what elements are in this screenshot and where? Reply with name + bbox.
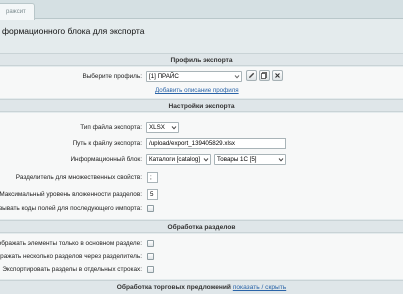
tab-strip: ражсит <box>0 0 403 20</box>
delete-profile-button[interactable] <box>272 70 283 81</box>
section-header-export-settings: Настройки экспорта <box>0 99 403 112</box>
max-depth-row: Максимальный уровень вложенности раздело… <box>0 189 403 201</box>
section-header-sections: Обработка разделов <box>0 220 403 233</box>
separate-rows-row: Экспортировать разделы в отдельных строк… <box>0 264 403 276</box>
field-codes-row: Указывать коды полей для последующего им… <box>0 203 403 215</box>
copy-profile-button[interactable] <box>259 70 270 81</box>
profile-panel: Выберите профиль: [1] ПРАЙС Добавить опи… <box>0 67 403 98</box>
section-header-offers: Обработка торговых предложений показать … <box>0 280 403 294</box>
file-type-row: Тип файла экспорта: XLSX <box>0 122 403 134</box>
file-path-label: Путь к файлу экспорта: <box>72 140 142 147</box>
section-header-profile: Профиль экспорта <box>0 53 403 66</box>
chevron-down-icon <box>234 72 240 81</box>
file-path-input[interactable]: /upload/export_139405829.xlsx <box>146 138 286 149</box>
pencil-icon <box>249 72 255 78</box>
edit-profile-button[interactable] <box>246 70 257 81</box>
multiple-sections-row: Отображать несколько разделов через разд… <box>0 251 403 263</box>
iblock-type-select[interactable]: Каталоги [catalog] <box>146 154 211 165</box>
separate-rows-checkbox[interactable] <box>147 266 154 273</box>
file-type-label: Тип файла экспорта: <box>80 124 142 131</box>
file-type-value: XLSX <box>149 124 165 131</box>
file-path-row: Путь к файлу экспорта: /upload/export_13… <box>0 138 403 150</box>
export-settings-panel: Тип файла экспорта: XLSX Путь к файлу эк… <box>0 113 403 219</box>
close-icon <box>275 73 280 78</box>
profile-row: Выберите профиль: [1] ПРАЙС <box>0 70 403 83</box>
offers-toggle-link[interactable]: показать / скрыть <box>233 284 286 291</box>
offers-title: Обработка торговых предложений <box>116 284 231 291</box>
add-description-link[interactable]: Добавить описание профиля <box>155 87 239 94</box>
page-title: формационного блока для экспорта <box>2 26 145 36</box>
profile-select-label: Выберите профиль: <box>82 73 142 80</box>
tab-export[interactable]: ражсит <box>0 3 35 20</box>
separate-rows-label: Экспортировать разделы в отдельных строк… <box>2 266 142 273</box>
field-codes-checkbox[interactable] <box>147 205 154 212</box>
chevron-down-icon <box>171 123 177 132</box>
sections-panel: Отображать элементы только в основном ра… <box>0 234 403 279</box>
iblock-label: Информационный блок: <box>70 156 142 163</box>
main-section-only-row: Отображать элементы только в основном ра… <box>0 238 403 250</box>
file-type-select[interactable]: XLSX <box>146 122 179 133</box>
separator-label: Разделитель для множественных свойств: <box>15 174 142 181</box>
iblock-type-value: Каталоги [catalog] <box>149 156 201 163</box>
iblock-value: Товары 1С [5] <box>217 156 257 163</box>
profile-select-value: [1] ПРАЙС <box>149 73 179 80</box>
profile-select[interactable]: [1] ПРАЙС <box>146 71 242 82</box>
copy-icon <box>261 72 267 79</box>
max-depth-label: Максимальный уровень вложенности раздело… <box>0 191 142 198</box>
chevron-down-icon <box>278 155 284 164</box>
multiple-sections-label: Отображать несколько разделов через разд… <box>0 253 142 260</box>
add-description-row: Добавить описание профиля <box>0 85 403 97</box>
main-section-only-label: Отображать элементы только в основном ра… <box>0 240 142 247</box>
add-description-wrap: Добавить описание профиля <box>155 85 239 97</box>
iblock-row: Информационный блок: Каталоги [catalog] … <box>0 154 403 166</box>
multiple-sections-checkbox[interactable] <box>147 253 154 260</box>
max-depth-input[interactable]: 5 <box>147 189 158 200</box>
main-section-only-checkbox[interactable] <box>147 240 154 247</box>
separator-input[interactable]: ; <box>147 172 158 183</box>
separator-row: Разделитель для множественных свойств: ; <box>0 172 403 184</box>
field-codes-label: Указывать коды полей для последующего им… <box>0 205 142 212</box>
iblock-select[interactable]: Товары 1С [5] <box>214 154 286 165</box>
chevron-down-icon <box>203 155 209 164</box>
